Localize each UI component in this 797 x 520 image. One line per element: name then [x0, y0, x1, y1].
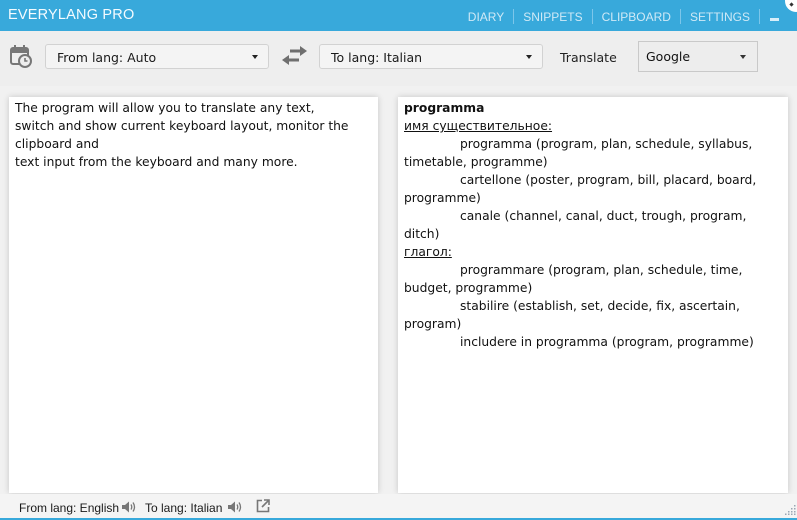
translation-entry: stabilire (establish, set, decide, fix, … — [404, 299, 740, 331]
part-of-speech: глагол: — [404, 245, 452, 259]
translation-result: programma имя существительное: programma… — [398, 97, 788, 493]
translation-engine-select[interactable]: Google — [638, 41, 758, 72]
translation-entry: canale (channel, canal, duct, trough, pr… — [404, 209, 747, 241]
nav-diary[interactable]: DIARY — [459, 10, 513, 24]
speaker-icon[interactable] — [227, 500, 242, 514]
open-external-icon[interactable] — [256, 499, 270, 513]
title-bar: EVERYLANG PRO DIARY SNIPPETS CLIPBOARD S… — [0, 0, 797, 31]
minimize-icon[interactable] — [770, 18, 779, 21]
speaker-icon[interactable] — [121, 500, 136, 514]
pin-icon[interactable] — [785, 0, 797, 12]
to-lang-value: To lang: Italian — [331, 50, 423, 65]
translation-entry: includere in programma (program, program… — [460, 335, 754, 349]
translation-entry: cartellone (poster, program, bill, placa… — [404, 173, 757, 205]
part-of-speech: имя существительное: — [404, 119, 553, 133]
result-headword: programma — [404, 101, 485, 115]
to-lang-select[interactable]: To lang: Italian — [319, 44, 543, 69]
engine-value: Google — [646, 49, 691, 64]
top-nav: DIARY SNIPPETS CLIPBOARD SETTINGS — [459, 9, 779, 24]
source-line: text input from the keyboard and many mo… — [15, 155, 298, 169]
detected-from-lang: From lang: English — [19, 501, 120, 515]
nav-snippets[interactable]: SNIPPETS — [514, 10, 591, 24]
toolbar: From lang: Auto To lang: Italian Transla… — [0, 31, 797, 86]
nav-settings[interactable]: SETTINGS — [681, 10, 759, 24]
swap-arrows-icon[interactable] — [281, 45, 308, 67]
app-title: EVERYLANG PRO — [8, 7, 135, 23]
translate-button[interactable]: Translate — [560, 50, 617, 65]
nav-divider — [759, 9, 760, 24]
translation-entry: programma (program, plan, schedule, syll… — [404, 137, 753, 169]
from-lang-select[interactable]: From lang: Auto — [45, 44, 269, 69]
source-line: clipboard and — [15, 137, 99, 151]
source-line: The program will allow you to translate … — [15, 101, 315, 115]
calendar-clock-icon[interactable] — [10, 44, 32, 68]
resize-grip-icon[interactable] — [785, 504, 796, 515]
chevron-down-icon — [252, 55, 258, 59]
translation-entry: programmare (program, plan, schedule, ti… — [404, 263, 743, 295]
nav-clipboard[interactable]: CLIPBOARD — [593, 10, 680, 24]
from-lang-value: From lang: Auto — [57, 50, 157, 65]
chevron-down-icon — [526, 55, 532, 59]
source-line: switch and show current keyboard layout,… — [15, 119, 349, 133]
source-text-input[interactable]: The program will allow you to translate … — [9, 97, 378, 493]
target-to-lang: To lang: Italian — [145, 501, 223, 515]
chevron-down-icon — [740, 55, 746, 59]
status-bar: From lang: English To lang: Italian — [0, 494, 797, 518]
